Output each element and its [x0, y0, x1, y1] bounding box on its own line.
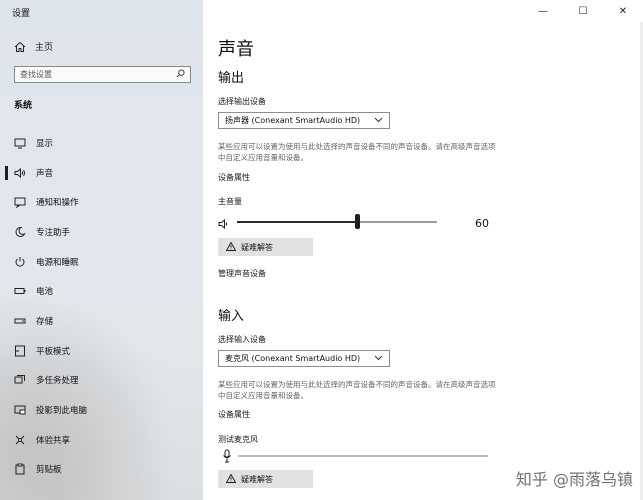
sidebar-item-battery[interactable]: 电池 [0, 276, 203, 306]
sidebar-item-tablet-mode[interactable]: 平板模式 [0, 336, 203, 366]
multitask-icon [14, 374, 26, 386]
troubleshoot-label: 疑难解答 [241, 242, 273, 252]
clipboard-icon [14, 463, 26, 475]
sidebar-item-label: 剪贴板 [36, 465, 62, 476]
sidebar-item-label: 平板模式 [36, 346, 71, 357]
input-note: 某些应用可以设置为使用与此处选择的声音设备不同的声音设备。请在高级声音选项中自定… [218, 380, 496, 400]
test-microphone-label: 测试麦克风 [218, 435, 258, 444]
input-heading: 输入 [218, 309, 245, 324]
sidebar-item-label: 通知和操作 [36, 198, 79, 209]
volume-value: 60 [475, 217, 489, 230]
sidebar-item-sound[interactable]: 声音 [0, 158, 203, 188]
watermark: 知乎 @雨落乌镇 [515, 470, 633, 489]
sidebar-item-label: 声音 [36, 168, 54, 179]
search-placeholder: 查找设置 [20, 70, 52, 79]
sidebar: 设置 主页 查找设置 系统 显示 声音 通知和操作 专注助手 电源和睡眠 电池 … [0, 0, 203, 500]
sidebar-item-label: 电源和睡眠 [36, 257, 79, 268]
microphone-icon [222, 448, 232, 467]
display-icon [14, 137, 26, 149]
volume-slider-thumb[interactable] [355, 214, 360, 229]
home-link[interactable]: 主页 [14, 40, 53, 53]
input-device-value: 麦克风 (Conexant SmartAudio HD) [225, 354, 361, 363]
microphone-level-meter [238, 455, 488, 457]
sidebar-item-display[interactable]: 显示 [0, 128, 203, 158]
chevron-down-icon [374, 116, 383, 125]
chevron-down-icon [374, 354, 383, 363]
warning-icon [225, 240, 237, 253]
sidebar-item-shared-experiences[interactable]: 体验共享 [0, 425, 203, 455]
sidebar-item-label: 投影到此电脑 [36, 406, 88, 417]
input-device-properties-link[interactable]: 设备属性 [218, 409, 250, 420]
share-icon [14, 434, 26, 446]
moon-icon [14, 226, 26, 238]
power-icon [14, 256, 26, 268]
output-troubleshoot-button[interactable]: 疑难解答 [218, 238, 313, 256]
warning-icon [225, 472, 237, 485]
window-title: 设置 [12, 9, 31, 19]
output-device-value: 扬声器 (Conexant SmartAudio HD) [225, 116, 361, 125]
search-icon [176, 69, 185, 80]
sidebar-item-clipboard[interactable]: 剪贴板 [0, 455, 203, 485]
sidebar-item-project[interactable]: 投影到此电脑 [0, 395, 203, 425]
section-label-system: 系统 [14, 101, 33, 111]
sidebar-item-label: 存储 [36, 316, 54, 327]
main-panel: — ☐ ✕ 声音 输出 选择输出设备 扬声器 (Conexant SmartAu… [203, 0, 643, 500]
input-troubleshoot-button[interactable]: 疑难解答 [218, 470, 313, 488]
tablet-icon [14, 345, 26, 357]
sidebar-item-label: 多任务处理 [36, 376, 79, 387]
output-device-properties-link[interactable]: 设备属性 [218, 172, 250, 183]
troubleshoot-label: 疑难解答 [241, 474, 273, 484]
speaker-icon [14, 167, 26, 179]
master-volume-label: 主音量 [218, 197, 242, 206]
manage-sound-devices-link[interactable]: 管理声音设备 [218, 268, 266, 279]
battery-icon [14, 285, 26, 297]
output-device-select[interactable]: 扬声器 (Conexant SmartAudio HD) [218, 112, 390, 129]
volume-slider[interactable] [218, 212, 498, 232]
sidebar-item-focus-assist[interactable]: 专注助手 [0, 217, 203, 247]
output-device-label: 选择输出设备 [218, 97, 266, 106]
home-icon [14, 41, 26, 53]
window-controls: — ☐ ✕ [523, 0, 643, 22]
sidebar-item-label: 显示 [36, 138, 54, 149]
sidebar-item-power[interactable]: 电源和睡眠 [0, 247, 203, 277]
minimize-button[interactable]: — [523, 0, 563, 22]
speaker-icon [218, 215, 230, 234]
sidebar-nav: 显示 声音 通知和操作 专注助手 电源和睡眠 电池 存储 平板模式 多任务处理 … [0, 128, 203, 484]
home-label: 主页 [35, 43, 54, 53]
notification-icon [14, 196, 26, 209]
output-note: 某些应用可以设置为使用与此处选择的声音设备不同的声音设备。请在高级声音选项中自定… [218, 142, 496, 162]
sidebar-item-storage[interactable]: 存储 [0, 306, 203, 336]
sidebar-item-label: 专注助手 [36, 227, 71, 238]
input-device-label: 选择输入设备 [218, 335, 266, 344]
sidebar-item-label: 体验共享 [36, 435, 71, 446]
project-icon [14, 404, 26, 416]
maximize-button[interactable]: ☐ [563, 0, 603, 22]
output-heading: 输出 [218, 71, 245, 86]
sidebar-item-notifications[interactable]: 通知和操作 [0, 187, 203, 217]
page-title: 声音 [218, 39, 254, 60]
sidebar-item-label: 电池 [36, 287, 54, 298]
search-input[interactable]: 查找设置 [14, 66, 191, 83]
close-button[interactable]: ✕ [603, 0, 643, 22]
volume-slider-fill [237, 221, 357, 223]
sidebar-item-multitasking[interactable]: 多任务处理 [0, 366, 203, 396]
input-device-select[interactable]: 麦克风 (Conexant SmartAudio HD) [218, 350, 390, 367]
storage-icon [14, 315, 26, 327]
